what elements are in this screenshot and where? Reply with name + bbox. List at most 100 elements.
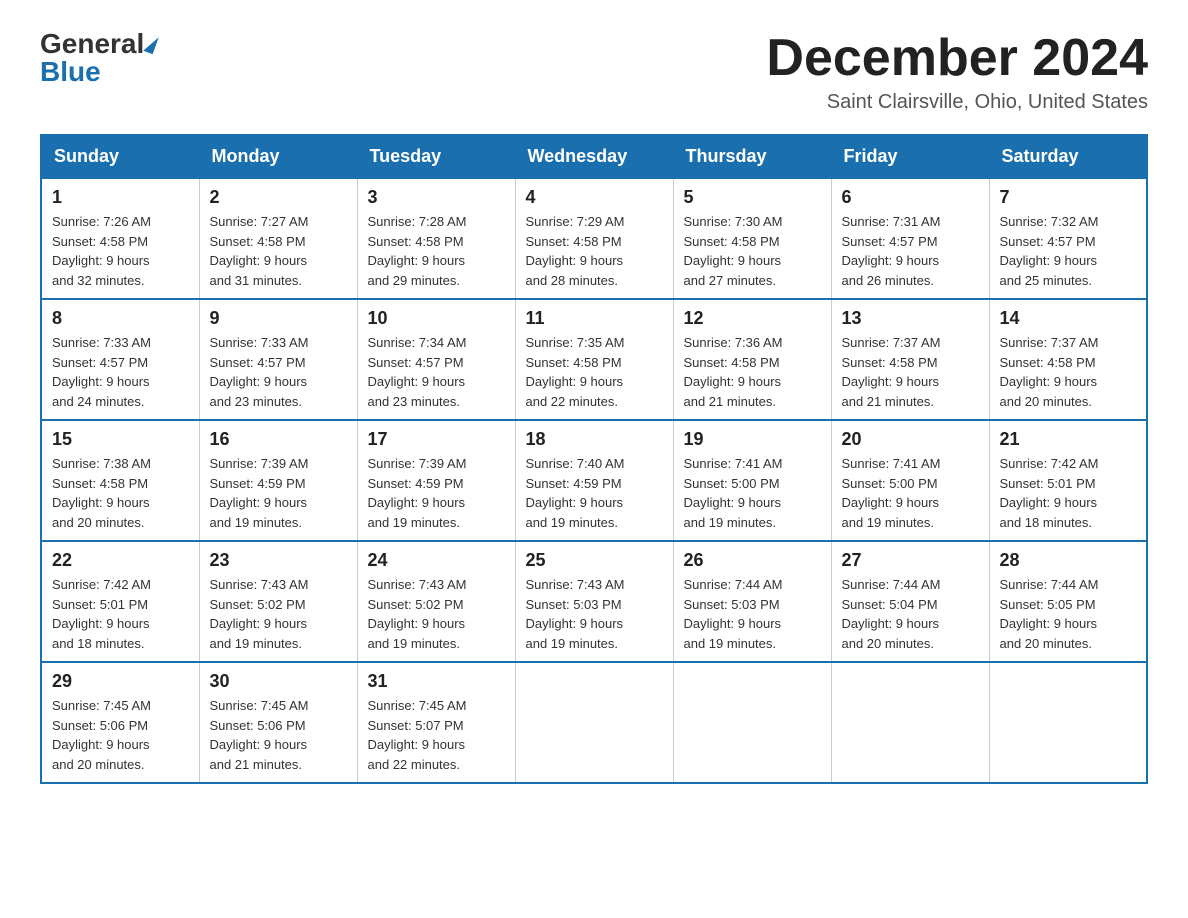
day-info: Sunrise: 7:38 AMSunset: 4:58 PMDaylight:… — [52, 454, 189, 532]
calendar-table: SundayMondayTuesdayWednesdayThursdayFrid… — [40, 134, 1148, 784]
calendar-cell: 11Sunrise: 7:35 AMSunset: 4:58 PMDayligh… — [515, 299, 673, 420]
day-number: 18 — [526, 429, 663, 450]
day-info: Sunrise: 7:32 AMSunset: 4:57 PMDaylight:… — [1000, 212, 1137, 290]
day-info: Sunrise: 7:29 AMSunset: 4:58 PMDaylight:… — [526, 212, 663, 290]
day-header-sunday: Sunday — [41, 135, 199, 178]
logo: General Blue — [40, 30, 156, 86]
day-number: 7 — [1000, 187, 1137, 208]
calendar-cell: 23 Sunrise: 7:43 AMSunset: 5:02 PMDayligh… — [199, 541, 357, 662]
day-number: 27 — [842, 550, 979, 571]
day-number: 26 — [684, 550, 821, 571]
calendar-week-row: 22 Sunrise: 7:42 AMSunset: 5:01 PMDayligh… — [41, 541, 1147, 662]
calendar-cell: 31Sunrise: 7:45 AMSunset: 5:07 PMDayligh… — [357, 662, 515, 783]
day-info: Sunrise: 7:37 AMSunset: 4:58 PMDaylight:… — [842, 333, 979, 411]
day-info: Sunrise: 7:30 AMSunset: 4:58 PMDaylight:… — [684, 212, 821, 290]
day-info: Sunrise: 7:34 AMSunset: 4:57 PMDaylight:… — [368, 333, 505, 411]
day-info: Sunrise: 7:26 AMSunset: 4:58 PMDaylight:… — [52, 212, 189, 290]
calendar-cell — [831, 662, 989, 783]
day-number: 16 — [210, 429, 347, 450]
day-info: Sunrise: 7:36 AMSunset: 4:58 PMDaylight:… — [684, 333, 821, 411]
day-info: Sunrise: 7:33 AMSunset: 4:57 PMDaylight:… — [52, 333, 189, 411]
day-number: 9 — [210, 308, 347, 329]
day-header-tuesday: Tuesday — [357, 135, 515, 178]
calendar-cell: 30Sunrise: 7:45 AMSunset: 5:06 PMDayligh… — [199, 662, 357, 783]
day-number: 23 — [210, 550, 347, 571]
calendar-cell: 8 Sunrise: 7:33 AMSunset: 4:57 PMDaylight… — [41, 299, 199, 420]
calendar-cell: 10 Sunrise: 7:34 AMSunset: 4:57 PMDayligh… — [357, 299, 515, 420]
day-info: Sunrise: 7:44 AMSunset: 5:03 PMDaylight:… — [684, 575, 821, 653]
calendar-cell: 4 Sunrise: 7:29 AMSunset: 4:58 PMDaylight… — [515, 178, 673, 299]
day-number: 15 — [52, 429, 189, 450]
day-info: Sunrise: 7:39 AMSunset: 4:59 PMDaylight:… — [368, 454, 505, 532]
calendar-cell: 7 Sunrise: 7:32 AMSunset: 4:57 PMDaylight… — [989, 178, 1147, 299]
calendar-cell: 13 Sunrise: 7:37 AMSunset: 4:58 PMDayligh… — [831, 299, 989, 420]
day-number: 10 — [368, 308, 505, 329]
calendar-cell: 16 Sunrise: 7:39 AMSunset: 4:59 PMDayligh… — [199, 420, 357, 541]
page-header: General Blue December 2024 Saint Clairsv… — [40, 30, 1148, 114]
calendar-cell: 3 Sunrise: 7:28 AMSunset: 4:58 PMDaylight… — [357, 178, 515, 299]
day-info: Sunrise: 7:31 AMSunset: 4:57 PMDaylight:… — [842, 212, 979, 290]
day-info: Sunrise: 7:43 AMSunset: 5:03 PMDaylight:… — [526, 575, 663, 653]
day-number: 12 — [684, 308, 821, 329]
day-header-wednesday: Wednesday — [515, 135, 673, 178]
day-number: 6 — [842, 187, 979, 208]
day-number: 4 — [526, 187, 663, 208]
calendar-cell: 21 Sunrise: 7:42 AMSunset: 5:01 PMDayligh… — [989, 420, 1147, 541]
calendar-week-row: 15 Sunrise: 7:38 AMSunset: 4:58 PMDayligh… — [41, 420, 1147, 541]
day-info: Sunrise: 7:41 AMSunset: 5:00 PMDaylight:… — [842, 454, 979, 532]
day-number: 22 — [52, 550, 189, 571]
calendar-cell: 17 Sunrise: 7:39 AMSunset: 4:59 PMDayligh… — [357, 420, 515, 541]
day-header-saturday: Saturday — [989, 135, 1147, 178]
month-title: December 2024 — [766, 30, 1148, 87]
day-number: 17 — [368, 429, 505, 450]
calendar-cell: 19Sunrise: 7:41 AMSunset: 5:00 PMDayligh… — [673, 420, 831, 541]
calendar-cell: 12 Sunrise: 7:36 AMSunset: 4:58 PMDayligh… — [673, 299, 831, 420]
calendar-week-row: 1 Sunrise: 7:26 AMSunset: 4:58 PMDaylight… — [41, 178, 1147, 299]
day-info: Sunrise: 7:42 AMSunset: 5:01 PMDaylight:… — [1000, 454, 1137, 532]
calendar-cell: 18Sunrise: 7:40 AMSunset: 4:59 PMDayligh… — [515, 420, 673, 541]
day-info: Sunrise: 7:33 AMSunset: 4:57 PMDaylight:… — [210, 333, 347, 411]
calendar-cell — [515, 662, 673, 783]
day-number: 21 — [1000, 429, 1137, 450]
calendar-header-row: SundayMondayTuesdayWednesdayThursdayFrid… — [41, 135, 1147, 178]
calendar-cell: 20Sunrise: 7:41 AMSunset: 5:00 PMDayligh… — [831, 420, 989, 541]
calendar-cell: 29Sunrise: 7:45 AMSunset: 5:06 PMDayligh… — [41, 662, 199, 783]
day-info: Sunrise: 7:43 AMSunset: 5:02 PMDaylight:… — [368, 575, 505, 653]
day-number: 13 — [842, 308, 979, 329]
day-info: Sunrise: 7:27 AMSunset: 4:58 PMDaylight:… — [210, 212, 347, 290]
day-info: Sunrise: 7:44 AMSunset: 5:05 PMDaylight:… — [1000, 575, 1137, 653]
day-number: 5 — [684, 187, 821, 208]
day-info: Sunrise: 7:28 AMSunset: 4:58 PMDaylight:… — [368, 212, 505, 290]
day-info: Sunrise: 7:45 AMSunset: 5:06 PMDaylight:… — [52, 696, 189, 774]
calendar-cell — [989, 662, 1147, 783]
day-info: Sunrise: 7:37 AMSunset: 4:58 PMDaylight:… — [1000, 333, 1137, 411]
calendar-cell: 5 Sunrise: 7:30 AMSunset: 4:58 PMDaylight… — [673, 178, 831, 299]
day-number: 8 — [52, 308, 189, 329]
title-section: December 2024 Saint Clairsville, Ohio, U… — [766, 30, 1148, 114]
logo-triangle-icon — [144, 34, 160, 54]
calendar-cell: 9 Sunrise: 7:33 AMSunset: 4:57 PMDaylight… — [199, 299, 357, 420]
day-header-thursday: Thursday — [673, 135, 831, 178]
day-number: 14 — [1000, 308, 1137, 329]
day-info: Sunrise: 7:39 AMSunset: 4:59 PMDaylight:… — [210, 454, 347, 532]
day-number: 11 — [526, 308, 663, 329]
calendar-cell — [673, 662, 831, 783]
calendar-cell: 1 Sunrise: 7:26 AMSunset: 4:58 PMDaylight… — [41, 178, 199, 299]
day-number: 1 — [52, 187, 189, 208]
day-number: 31 — [368, 671, 505, 692]
day-number: 25 — [526, 550, 663, 571]
day-header-monday: Monday — [199, 135, 357, 178]
calendar-week-row: 29Sunrise: 7:45 AMSunset: 5:06 PMDayligh… — [41, 662, 1147, 783]
calendar-cell: 27Sunrise: 7:44 AMSunset: 5:04 PMDayligh… — [831, 541, 989, 662]
calendar-cell: 26 Sunrise: 7:44 AMSunset: 5:03 PMDayligh… — [673, 541, 831, 662]
day-number: 2 — [210, 187, 347, 208]
day-info: Sunrise: 7:45 AMSunset: 5:06 PMDaylight:… — [210, 696, 347, 774]
location-text: Saint Clairsville, Ohio, United States — [766, 91, 1148, 114]
calendar-cell: 2 Sunrise: 7:27 AMSunset: 4:58 PMDaylight… — [199, 178, 357, 299]
day-info: Sunrise: 7:42 AMSunset: 5:01 PMDaylight:… — [52, 575, 189, 653]
calendar-cell: 25 Sunrise: 7:43 AMSunset: 5:03 PMDayligh… — [515, 541, 673, 662]
day-number: 3 — [368, 187, 505, 208]
logo-blue-text: Blue — [40, 56, 101, 87]
day-header-friday: Friday — [831, 135, 989, 178]
day-info: Sunrise: 7:43 AMSunset: 5:02 PMDaylight:… — [210, 575, 347, 653]
